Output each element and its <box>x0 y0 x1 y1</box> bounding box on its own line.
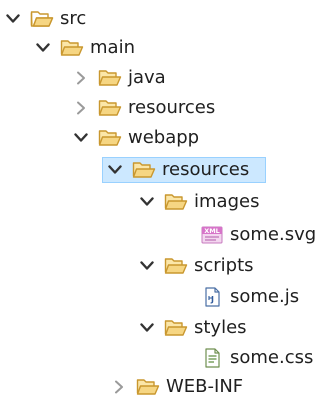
folder-icon <box>98 128 122 148</box>
tree-item-some-svg[interactable]: XML some.svg <box>200 222 322 248</box>
tree-item-some-js[interactable]: J some.js <box>200 284 305 310</box>
tree-item-some-css[interactable]: some.css <box>200 345 319 371</box>
folder-icon <box>98 98 122 118</box>
tree-item-label: some.css <box>230 347 314 368</box>
tree-item-label: scripts <box>194 255 254 276</box>
tree-item-webapp[interactable]: webapp <box>72 125 205 151</box>
xml-file-icon: XML <box>200 225 224 245</box>
tree-item-label: webapp <box>128 127 200 148</box>
tree-item-label: some.svg <box>230 224 317 245</box>
folder-icon <box>60 38 84 58</box>
folder-icon <box>30 9 54 29</box>
tree-item-label: resources <box>162 159 250 180</box>
folder-icon <box>164 318 188 338</box>
tree-item-label: some.js <box>230 286 300 307</box>
project-explorer-tree: src main java resources webapp resources… <box>0 0 322 400</box>
svg-text:XML: XML <box>204 227 220 235</box>
chevron-right-icon[interactable] <box>72 69 90 87</box>
tree-item-label: main <box>90 37 135 58</box>
folder-icon <box>136 377 160 397</box>
chevron-down-icon[interactable] <box>106 161 124 179</box>
tree-item-web-inf[interactable]: WEB-INF <box>110 374 249 400</box>
tree-item-label: src <box>60 8 87 29</box>
tree-item-images[interactable]: images <box>138 189 265 215</box>
folder-icon <box>164 192 188 212</box>
tree-item-resources[interactable]: resources <box>72 95 221 121</box>
tree-item-label: images <box>194 191 260 212</box>
tree-item-java[interactable]: java <box>72 65 172 91</box>
folder-icon <box>98 68 122 88</box>
chevron-down-icon[interactable] <box>138 257 156 275</box>
chevron-down-icon[interactable] <box>4 10 22 28</box>
tree-item-label: styles <box>194 317 247 338</box>
tree-item-main[interactable]: main <box>34 35 141 61</box>
chevron-right-icon[interactable] <box>72 99 90 117</box>
chevron-right-icon[interactable] <box>110 378 128 396</box>
tree-item-src[interactable]: src <box>4 6 92 32</box>
tree-item-label: resources <box>128 97 216 118</box>
tree-item-scripts[interactable]: scripts <box>138 253 260 279</box>
css-file-icon <box>200 348 224 368</box>
tree-item-webapp-resources[interactable]: resources <box>102 157 266 183</box>
chevron-down-icon[interactable] <box>138 319 156 337</box>
tree-item-label: WEB-INF <box>166 376 244 397</box>
folder-icon <box>164 256 188 276</box>
chevron-down-icon[interactable] <box>34 39 52 57</box>
chevron-down-icon[interactable] <box>72 129 90 147</box>
svg-text:J: J <box>210 295 214 304</box>
chevron-down-icon[interactable] <box>138 193 156 211</box>
tree-item-label: java <box>128 67 166 88</box>
tree-item-styles[interactable]: styles <box>138 315 253 341</box>
folder-icon <box>132 160 156 180</box>
js-file-icon: J <box>200 287 224 307</box>
